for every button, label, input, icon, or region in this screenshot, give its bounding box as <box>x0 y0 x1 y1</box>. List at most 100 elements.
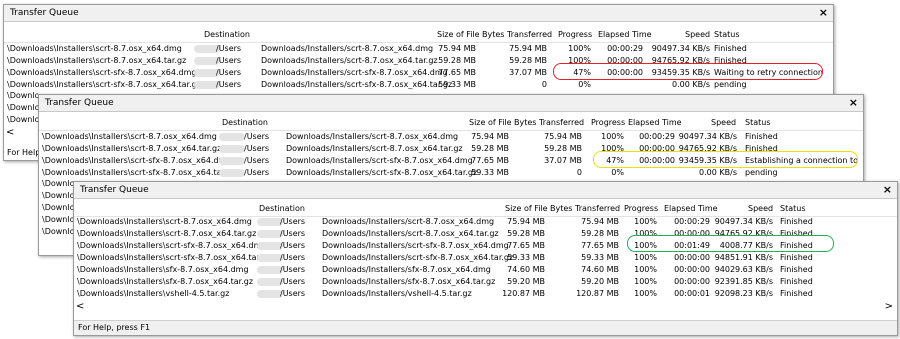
table-row[interactable]: \Downloads\Installers\sfx-8.7.osx_x64.dm… <box>74 264 897 276</box>
progress-value: 0% <box>578 80 591 89</box>
file-size: 74.60 MB <box>507 265 545 274</box>
destination-path: Downloads/Installers/scrt-8.7.osx_x64.ta… <box>286 144 463 153</box>
col-status[interactable]: Status <box>780 204 806 213</box>
transfer-speed: 92391.85 KB/s <box>714 277 773 286</box>
table-row[interactable]: \Downloads\Installers\scrt-8.7.osx_x64.d… <box>74 216 897 228</box>
clipped-source-path: \Downlo <box>7 91 40 100</box>
col-bytes[interactable]: Bytes Transferred <box>550 204 620 213</box>
col-destination[interactable]: Destination <box>204 30 250 39</box>
bytes-transferred: 0 <box>541 80 547 89</box>
bytes-transferred: 75.94 MB <box>544 132 582 141</box>
transfer-status: Finished <box>714 44 747 53</box>
clipped-source-path: \Downlo <box>7 115 40 124</box>
file-size: 77.65 MB <box>507 241 545 250</box>
col-destination[interactable]: Destination <box>222 118 268 127</box>
col-bytes[interactable]: Bytes Transferred <box>482 30 552 39</box>
source-path: \Downloads\Installers\vshell-4.5.tar.gz <box>77 289 230 298</box>
destination-prefix: /Users <box>244 132 270 141</box>
col-status[interactable]: Status <box>714 30 740 39</box>
table-row[interactable]: \Downloads\Installers\scrt-8.7.osx_x64.d… <box>39 131 863 143</box>
source-path: \Downloads\Installers\scrt-sfx-8.7.osx_x… <box>7 68 197 77</box>
redacted-username <box>219 169 245 177</box>
file-size: 59.28 MB <box>438 56 476 65</box>
destination-path: Downloads/Installers/scrt-8.7.osx_x64.dm… <box>322 217 495 226</box>
file-size: 77.65 MB <box>471 156 509 165</box>
table-row[interactable]: \Downloads\Installers\scrt-8.7.osx_x64.d… <box>4 43 833 55</box>
source-path: \Downloads\Installers\scrt-8.7.osx_x64.t… <box>42 144 222 153</box>
scroll-right-icon[interactable]: > <box>885 301 893 312</box>
bytes-transferred: 75.94 MB <box>581 217 619 226</box>
destination-path: Downloads/Installers/sfx-8.7.osx_x64.tar… <box>322 277 496 286</box>
title-bar[interactable]: Transfer Queue × <box>4 5 833 22</box>
destination-path: Downloads/Installers/scrt-8.7.osx_x64.ta… <box>322 229 499 238</box>
destination-prefix: /Users <box>280 277 306 286</box>
window-title: Transfer Queue <box>45 98 114 108</box>
file-size: 120.87 MB <box>502 289 545 298</box>
transfer-speed: 92098.23 KB/s <box>714 289 773 298</box>
transfer-status: Finished <box>780 217 813 226</box>
table-row[interactable]: \Downloads\Installers\vshell-4.5.tar.gz /… <box>74 288 897 300</box>
destination-path: Downloads/Installers/scrt-8.7.osx_x64.dm… <box>261 44 434 53</box>
transfer-speed: 0.00 KB/s <box>672 80 710 89</box>
table-row[interactable]: \Downloads\Installers\sfx-8.7.osx_x64.ta… <box>74 276 897 288</box>
destination-path: Downloads/Installers/scrt-sfx-8.7.osx_x6… <box>286 156 473 165</box>
destination-path: Downloads/Installers/scrt-sfx-8.7.osx_x6… <box>261 80 453 89</box>
table-row[interactable]: \Downloads\Installers\scrt-sfx-8.7.osx_x… <box>39 167 863 179</box>
file-size: 59.33 MB <box>471 168 509 177</box>
source-path: \Downloads\Installers\scrt-8.7.osx_x64.d… <box>7 44 182 53</box>
highlight-oval-red <box>553 63 823 80</box>
scroll-left-icon[interactable]: < <box>76 301 84 312</box>
bytes-transferred: 59.28 MB <box>581 229 619 238</box>
source-path: \Downloads\Installers\scrt-8.7.osx_x64.t… <box>77 229 257 238</box>
col-progress[interactable]: Progress <box>624 204 658 213</box>
transfer-status: Finished <box>745 132 778 141</box>
destination-prefix: /Users <box>280 229 306 238</box>
transfer-speed: 94851.91 KB/s <box>714 253 773 262</box>
scroll-left-icon[interactable]: < <box>6 127 14 138</box>
bytes-transferred: 120.87 MB <box>576 289 619 298</box>
destination-prefix: /Users <box>280 241 306 250</box>
col-progress[interactable]: Progress <box>558 30 592 39</box>
col-status[interactable]: Status <box>745 118 771 127</box>
bytes-transferred: 59.20 MB <box>581 277 619 286</box>
col-size[interactable]: Size of File <box>437 30 480 39</box>
highlight-oval-green <box>627 235 834 252</box>
col-size[interactable]: Size of File <box>505 204 548 213</box>
title-bar[interactable]: Transfer Queue × <box>74 182 897 199</box>
close-icon[interactable]: × <box>819 6 828 19</box>
col-speed[interactable]: Speed <box>748 204 773 213</box>
col-speed[interactable]: Speed <box>711 118 736 127</box>
transfer-speed: 90497.34 KB/s <box>678 132 737 141</box>
table-row[interactable]: \Downloads\Installers\scrt-sfx-8.7.osx_x… <box>74 252 897 264</box>
col-progress[interactable]: Progress <box>591 118 625 127</box>
source-path: \Downloads\Installers\scrt-sfx-8.7.osx_x… <box>7 80 201 89</box>
file-size: 75.94 MB <box>438 44 476 53</box>
destination-path: Downloads/Installers/scrt-sfx-8.7.osx_x6… <box>286 168 478 177</box>
col-elapsed[interactable]: Elapsed Time <box>598 30 652 39</box>
progress-value: 100% <box>634 217 657 226</box>
column-headers: Destination Size of File Bytes Transferr… <box>74 200 897 217</box>
col-destination[interactable]: Destination <box>259 204 305 213</box>
transfer-speed: 90497.34 KB/s <box>651 44 710 53</box>
source-path: \Downloads\Installers\scrt-8.7.osx_x64.d… <box>42 132 217 141</box>
table-row[interactable]: \Downloads\Installers\scrt-sfx-8.7.osx_x… <box>4 79 833 91</box>
col-size[interactable]: Size of File <box>469 118 512 127</box>
destination-prefix: /Users <box>244 156 270 165</box>
col-elapsed[interactable]: Elapsed Time <box>628 118 682 127</box>
status-bar: For Help, press F1 <box>74 320 897 335</box>
col-speed[interactable]: Speed <box>685 30 710 39</box>
title-bar[interactable]: Transfer Queue × <box>39 95 863 112</box>
source-path: \Downloads\Installers\scrt-sfx-8.7.osx_x… <box>77 241 267 250</box>
destination-prefix: /Users <box>216 68 242 77</box>
bytes-transferred: 37.07 MB <box>509 68 547 77</box>
destination-prefix: /Users <box>216 80 242 89</box>
col-bytes[interactable]: Bytes Transferred <box>514 118 584 127</box>
elapsed-time: 00:00:00 <box>674 253 710 262</box>
col-elapsed[interactable]: Elapsed Time <box>664 204 718 213</box>
bytes-transferred: 74.60 MB <box>581 265 619 274</box>
clipped-source-path: \Downlo <box>7 103 40 112</box>
close-icon[interactable]: × <box>883 183 892 196</box>
bytes-transferred: 59.33 MB <box>581 253 619 262</box>
close-icon[interactable]: × <box>849 96 858 109</box>
elapsed-time: 00:00:00 <box>674 277 710 286</box>
